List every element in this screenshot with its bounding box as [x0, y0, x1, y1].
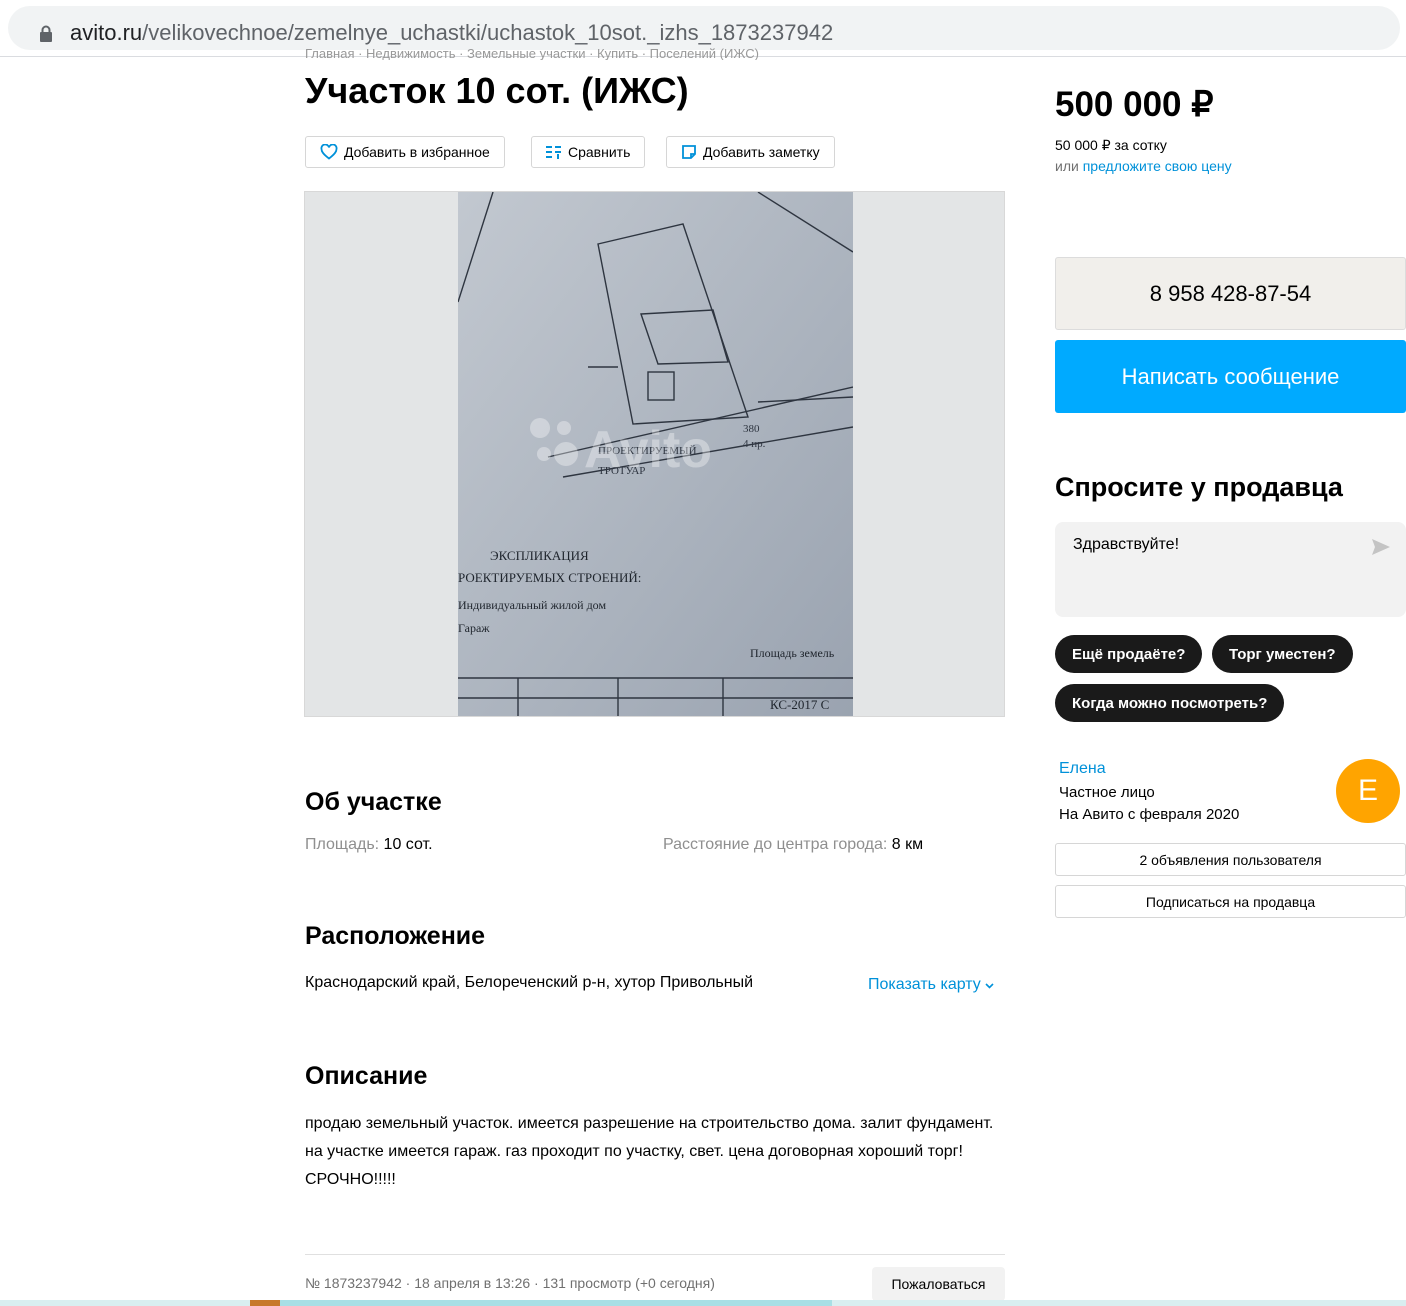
show-map-link[interactable]: Показать карту: [868, 976, 994, 994]
show-map-label: Показать карту: [868, 976, 981, 993]
param-distance: Расстояние до центра города: 8 км: [663, 836, 923, 854]
url-field[interactable]: avito.ru/velikovechnoe/zemelnye_uchastki…: [8, 6, 1400, 50]
description-text: продаю земельный участок. имеется разреш…: [305, 1115, 994, 1188]
show-phone-button[interactable]: 8 958 428-87-54: [1055, 257, 1406, 330]
price-per-hundred: 50 000 ₽ за сотку: [1055, 137, 1167, 153]
compare-icon: [546, 146, 561, 159]
param-area-label: Площадь:: [305, 836, 380, 853]
ask-seller-input[interactable]: Здравствуйте!: [1073, 536, 1179, 554]
seller-type: Частное лицо: [1059, 784, 1155, 801]
svg-text:ЭКСПЛИКАЦИЯ: ЭКСПЛИКАЦИЯ: [490, 548, 589, 563]
bottom-edge-tint: [262, 1300, 832, 1306]
send-icon[interactable]: [1371, 538, 1391, 556]
quick-question-viewing[interactable]: Когда можно посмотреть?: [1055, 684, 1285, 722]
add-note-button[interactable]: Добавить заметку: [666, 136, 835, 168]
add-favorite-button[interactable]: Добавить в избранное: [305, 136, 505, 168]
price: 500 000 ₽: [1055, 85, 1214, 124]
add-note-label: Добавить заметку: [703, 144, 820, 160]
offer-price: или предложите свою цену: [1055, 158, 1232, 174]
svg-text:380: 380: [743, 423, 760, 435]
photo-gallery[interactable]: ПРОЕКТИРУЕМЫЙ ТРОТУАР 380 4 пр. ЭКСПЛИКА…: [304, 191, 1005, 717]
url-text: avito.ru/velikovechnoe/zemelnye_uchastki…: [70, 21, 833, 45]
seller-name-link[interactable]: Елена: [1059, 760, 1106, 778]
seller-since: На Авито с февраля 2020: [1059, 806, 1240, 823]
heart-icon: [320, 144, 338, 160]
bottom-edge-accent: [250, 1300, 280, 1306]
param-area: Площадь: 10 сот.: [305, 836, 433, 854]
address-text: Краснодарский край, Белореченский р-н, х…: [305, 974, 754, 991]
note-icon: [682, 145, 696, 159]
lock-icon: [40, 25, 52, 42]
svg-text:КС-2017 С: КС-2017 С: [770, 697, 829, 712]
url-path: /velikovechnoe/zemelnye_uchastki/uchasto…: [142, 20, 834, 45]
bottom-edge: [0, 1300, 1406, 1306]
param-area-value: 10 сот.: [383, 836, 433, 853]
svg-text:Гараж: Гараж: [458, 621, 490, 635]
svg-text:РОЕКТИРУЕМЫХ СТРОЕНИЙ:: РОЕКТИРУЕМЫХ СТРОЕНИЙ:: [458, 570, 641, 585]
location-heading: Расположение: [305, 922, 486, 950]
param-distance-value: 8 км: [891, 836, 924, 853]
offer-price-link[interactable]: предложите свою цену: [1083, 158, 1232, 174]
about-heading: Об участке: [305, 788, 442, 816]
ask-seller-field[interactable]: Здравствуйте!: [1055, 522, 1406, 617]
user-ads-button[interactable]: 2 объявления пользователя: [1055, 843, 1406, 876]
svg-text:4 пр.: 4 пр.: [743, 438, 766, 450]
svg-text:Индивидуальный жилой дом: Индивидуальный жилой дом: [458, 598, 606, 612]
offer-prefix: или: [1055, 158, 1079, 174]
compare-label: Сравнить: [568, 144, 631, 160]
svg-text:Avito: Avito: [584, 421, 712, 479]
url-host: avito.ru: [70, 20, 143, 45]
divider: [305, 1254, 1005, 1255]
write-message-button[interactable]: Написать сообщение: [1055, 340, 1406, 413]
quick-question-still-selling[interactable]: Ещё продаёте?: [1055, 635, 1203, 673]
page-title: Участок 10 сот. (ИЖС): [305, 70, 689, 111]
subscribe-seller-button[interactable]: Подписаться на продавца: [1055, 885, 1406, 918]
breadcrumb[interactable]: Главная · Недвижимость · Земельные участ…: [305, 48, 759, 60]
add-favorite-label: Добавить в избранное: [344, 144, 490, 160]
plot-plan-photo[interactable]: ПРОЕКТИРУЕМЫЙ ТРОТУАР 380 4 пр. ЭКСПЛИКА…: [457, 192, 854, 716]
plot-plan-drawing: ПРОЕКТИРУЕМЫЙ ТРОТУАР 380 4 пр. ЭКСПЛИКА…: [457, 192, 854, 716]
listing-meta: № 1873237942 · 18 апреля в 13:26 · 131 п…: [305, 1275, 715, 1291]
complain-button[interactable]: Пожаловаться: [872, 1267, 1005, 1301]
description-heading: Описание: [305, 1062, 428, 1090]
param-distance-label: Расстояние до центра города:: [663, 836, 888, 853]
svg-text:Площадь земель: Площадь земель: [750, 646, 835, 660]
chevron-down-icon: [985, 983, 994, 989]
ask-seller-heading: Спросите у продавца: [1055, 472, 1343, 502]
compare-button[interactable]: Сравнить: [531, 136, 646, 168]
quick-question-bargain[interactable]: Торг уместен?: [1212, 635, 1353, 673]
avatar[interactable]: Е: [1336, 759, 1400, 823]
